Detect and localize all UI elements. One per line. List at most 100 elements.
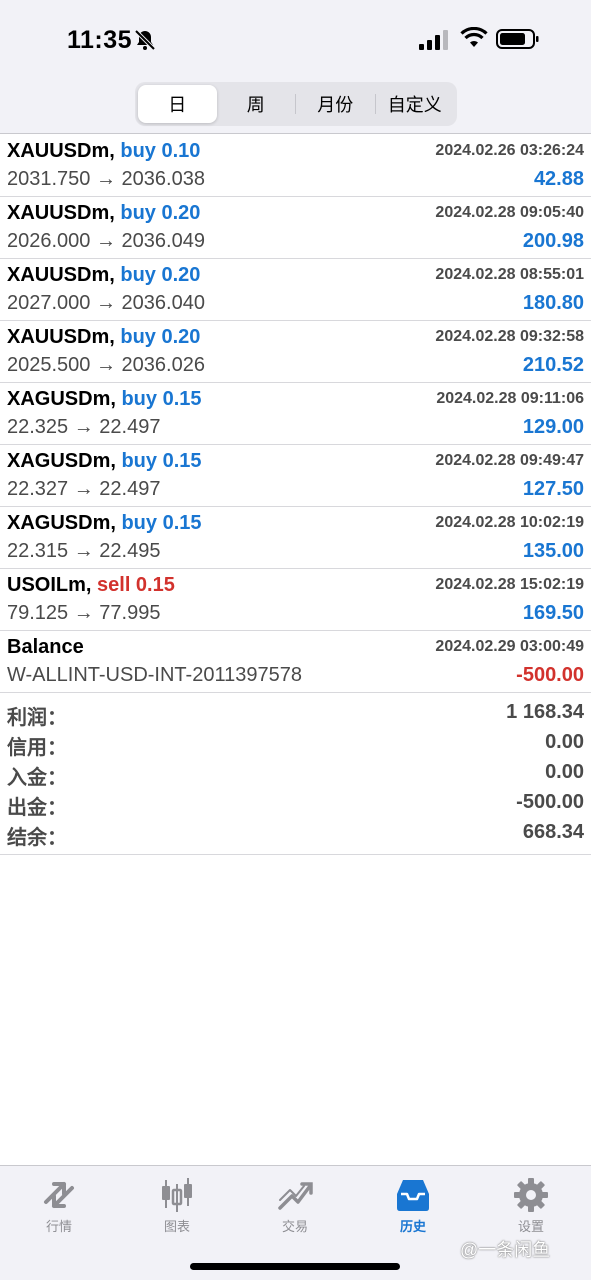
trade-time: 2024.02.28 09:49:47 — [435, 452, 584, 469]
status-time: 11:35 — [67, 26, 133, 54]
trade-time: 2024.02.28 10:02:19 — [435, 514, 584, 531]
trade-side: buy 0.20 — [120, 326, 201, 348]
summary-label: 利润： — [7, 707, 67, 729]
balance-title: Balance — [7, 636, 84, 658]
trade-symbol: XAGUSDm, — [7, 512, 116, 534]
tab-label: 图表 — [163, 1219, 190, 1234]
wifi-icon — [460, 27, 488, 47]
trade-row[interactable]: XAUUSDm, buy 0.20 2024.02.28 08:55:01 20… — [0, 259, 591, 321]
trade-side: buy 0.20 — [120, 202, 201, 224]
trade-row[interactable]: XAUUSDm, buy 0.20 2024.02.28 09:05:40 20… — [0, 197, 591, 259]
cellular-signal-icon — [419, 30, 448, 50]
trade-side: buy 0.15 — [121, 388, 202, 410]
tab-week[interactable]: 周 — [217, 85, 296, 123]
trade-time: 2024.02.28 08:55:01 — [435, 266, 584, 283]
summary-label: 出金： — [7, 797, 67, 819]
trade-side: buy 0.20 — [120, 264, 201, 286]
trade-row[interactable]: USOILm, sell 0.15 2024.02.28 15:02:19 79… — [0, 569, 591, 631]
trade-time: 2024.02.26 03:26:24 — [435, 142, 584, 159]
bell-slash-icon — [134, 29, 156, 51]
tab-label: 历史 — [399, 1219, 426, 1234]
period-header: 日 周 月份 自定义 — [0, 80, 591, 134]
trade-side: buy 0.15 — [121, 450, 202, 472]
trade-profit: 210.52 — [522, 354, 584, 376]
tab-label: 交易 — [281, 1219, 308, 1234]
summary-credit: 信用： 0.00 — [0, 728, 591, 759]
period-segmented-control: 日 周 月份 自定义 — [135, 82, 457, 126]
trade-prices: 2025.500 → 2036.026 — [7, 354, 205, 376]
history-list: XAUUSDm, buy 0.10 2024.02.26 03:26:24 20… — [0, 135, 591, 693]
tab-label: 设置 — [517, 1219, 544, 1234]
trade-prices: 22.315 → 22.495 — [7, 540, 161, 562]
battery-icon — [496, 29, 539, 49]
trade-side: buy 0.10 — [120, 140, 201, 162]
tab-settings[interactable]: 设置 — [472, 1166, 590, 1246]
tab-quotes[interactable]: 行情 — [0, 1166, 118, 1246]
trade-time: 2024.02.28 09:32:58 — [435, 328, 584, 345]
home-indicator — [190, 1263, 400, 1270]
balance-comment: W-ALLINT-USD-INT-2011397578 — [7, 664, 302, 686]
trade-prices: 2031.750 → 2036.038 — [7, 168, 205, 190]
summary-profit: 利润： 1 168.34 — [0, 698, 591, 729]
trade-symbol: XAGUSDm, — [7, 388, 116, 410]
trade-profit: 135.00 — [522, 540, 584, 562]
tab-history[interactable]: 历史 — [354, 1166, 472, 1246]
trade-profit: 127.50 — [522, 478, 584, 500]
tab-day[interactable]: 日 — [138, 85, 217, 123]
watermark-text: @一条闲鱼 — [460, 1240, 551, 1260]
status-bar: 11:35 — [0, 0, 591, 80]
trade-side: sell 0.15 — [97, 574, 175, 596]
trade-prices: 2026.000 → 2036.049 — [7, 230, 205, 252]
trade-prices: 22.325 → 22.497 — [7, 416, 161, 438]
balance-time: 2024.02.29 03:00:49 — [435, 638, 584, 655]
trade-symbol: XAUUSDm, — [7, 264, 115, 286]
summary-label: 信用： — [7, 737, 67, 759]
trade-icon — [278, 1182, 313, 1210]
trade-symbol: XAUUSDm, — [7, 140, 115, 162]
settings-icon — [514, 1178, 548, 1212]
trade-prices: 2027.000 → 2036.040 — [7, 292, 205, 314]
summary-value: 0.00 — [545, 761, 584, 783]
summary-balance: 结余： 668.34 — [0, 818, 591, 849]
trade-time: 2024.02.28 15:02:19 — [435, 576, 584, 593]
trade-prices: 79.125 → 77.995 — [7, 602, 161, 624]
trade-symbol: XAUUSDm, — [7, 202, 115, 224]
quotes-icon — [44, 1182, 74, 1208]
trade-profit: 180.80 — [522, 292, 584, 314]
summary-withdrawal: 出金： -500.00 — [0, 788, 591, 819]
balance-amount: -500.00 — [516, 664, 584, 686]
trade-time: 2024.02.28 09:05:40 — [435, 204, 584, 221]
trade-row[interactable]: XAUUSDm, buy 0.20 2024.02.28 09:32:58 20… — [0, 321, 591, 383]
summary-label: 入金： — [7, 767, 67, 789]
trade-symbol: XAGUSDm, — [7, 450, 116, 472]
summary-value: 1 168.34 — [506, 701, 584, 723]
history-icon — [397, 1180, 429, 1211]
summary-value: 668.34 — [522, 821, 584, 843]
summary-value: -500.00 — [516, 791, 584, 813]
trade-row[interactable]: XAGUSDm, buy 0.15 2024.02.28 09:11:06 22… — [0, 383, 591, 445]
trade-row[interactable]: XAGUSDm, buy 0.15 2024.02.28 09:49:47 22… — [0, 445, 591, 507]
summary-panel: 利润： 1 168.34 信用： 0.00 入金： 0.00 出金： -500.… — [0, 698, 591, 855]
chart-icon — [162, 1178, 192, 1212]
trade-profit: 42.88 — [533, 168, 584, 190]
tab-chart[interactable]: 图表 — [118, 1166, 236, 1246]
summary-label: 结余： — [7, 827, 67, 849]
trade-side: buy 0.15 — [121, 512, 202, 534]
trade-symbol: USOILm, — [7, 574, 92, 596]
balance-row[interactable]: Balance 2024.02.29 03:00:49 W-ALLINT-USD… — [0, 631, 591, 693]
trade-profit: 200.98 — [522, 230, 584, 252]
tab-custom[interactable]: 自定义 — [376, 85, 455, 123]
summary-deposit: 入金： 0.00 — [0, 758, 591, 789]
trade-prices: 22.327 → 22.497 — [7, 478, 161, 500]
trade-time: 2024.02.28 09:11:06 — [436, 390, 584, 407]
bottom-tab-bar: 行情 图表 交易 历史 设置 @一条闲鱼 — [0, 1165, 591, 1280]
trade-profit: 129.00 — [522, 416, 584, 438]
summary-value: 0.00 — [545, 731, 584, 753]
trade-profit: 169.50 — [522, 602, 584, 624]
trade-symbol: XAUUSDm, — [7, 326, 115, 348]
trade-row[interactable]: XAUUSDm, buy 0.10 2024.02.26 03:26:24 20… — [0, 135, 591, 197]
trade-row[interactable]: XAGUSDm, buy 0.15 2024.02.28 10:02:19 22… — [0, 507, 591, 569]
tab-label: 行情 — [45, 1219, 72, 1234]
tab-month[interactable]: 月份 — [296, 85, 375, 123]
tab-trade[interactable]: 交易 — [236, 1166, 354, 1246]
